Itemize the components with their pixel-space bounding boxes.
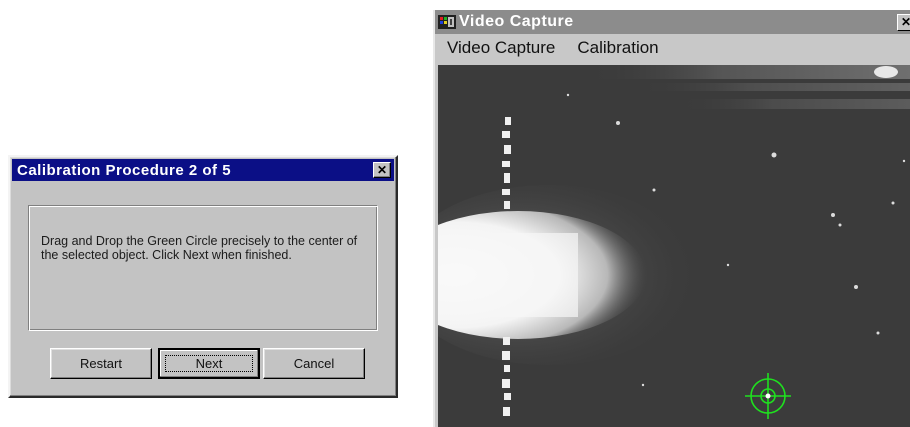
message-panel: Drag and Drop the Green Circle precisely… xyxy=(28,205,378,331)
next-button[interactable]: Next xyxy=(158,348,260,379)
focus-ring xyxy=(165,355,253,372)
video-capture-app-icon xyxy=(438,15,456,29)
video-window-titlebar[interactable]: Video Capture ✕ xyxy=(435,10,910,34)
video-capture-window: Video Capture ✕ Video Capture Calibratio… xyxy=(433,10,910,427)
instruction-text: Drag and Drop the Green Circle precisely… xyxy=(41,234,358,262)
dialog-titlebar[interactable]: Calibration Procedure 2 of 5 ✕ xyxy=(12,159,394,181)
menu-bar: Video Capture Calibration xyxy=(435,34,910,62)
close-icon[interactable]: ✕ xyxy=(373,162,391,178)
restart-button[interactable]: Restart xyxy=(50,348,152,379)
dialog-title: Calibration Procedure 2 of 5 xyxy=(17,161,232,179)
video-frame-image xyxy=(438,65,910,427)
calibration-dialog: Calibration Procedure 2 of 5 ✕ Drag and … xyxy=(8,155,398,398)
menu-calibration[interactable]: Calibration xyxy=(577,38,658,58)
video-window-title: Video Capture xyxy=(459,13,574,30)
menu-video-capture[interactable]: Video Capture xyxy=(447,38,555,58)
cancel-button[interactable]: Cancel xyxy=(263,348,365,379)
close-icon[interactable]: ✕ xyxy=(897,14,910,31)
video-feed[interactable] xyxy=(438,65,910,427)
